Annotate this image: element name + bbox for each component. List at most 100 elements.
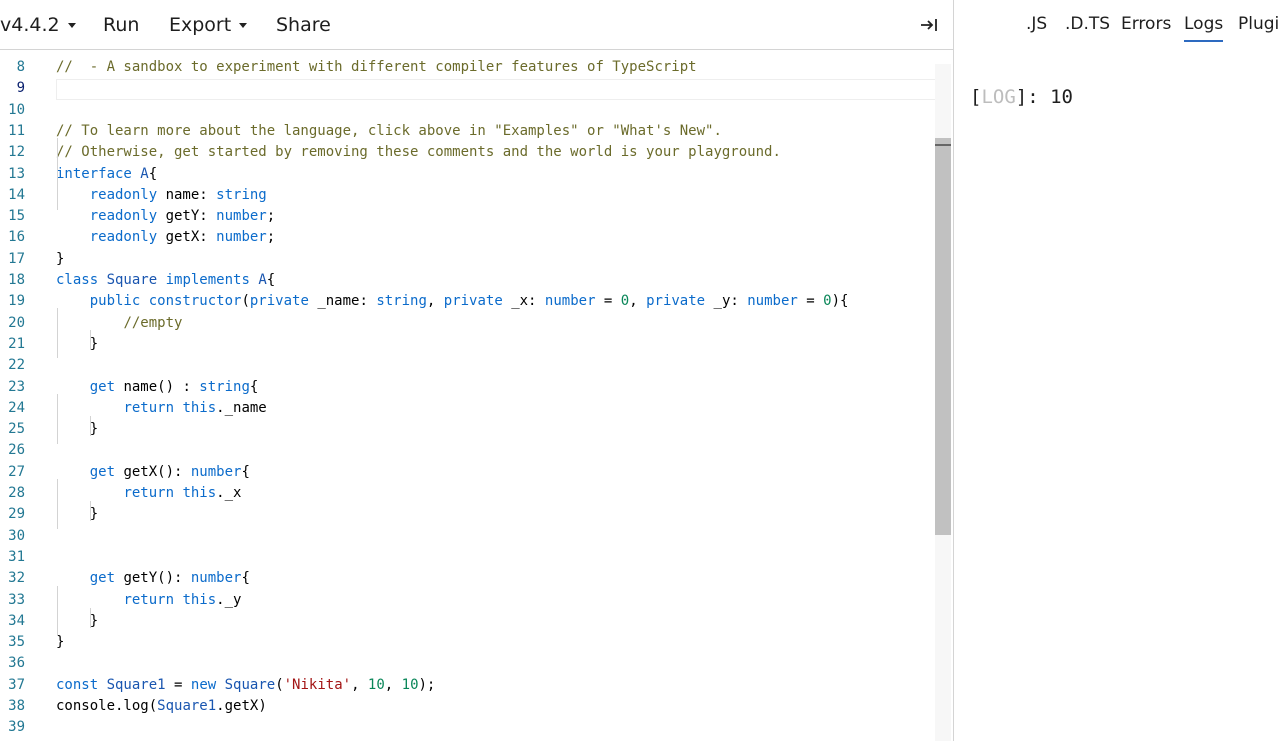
- code-token: get: [89, 378, 124, 395]
- code-token: class: [56, 272, 107, 288]
- code-line[interactable]: 10: [0, 100, 935, 121]
- run-button[interactable]: Run: [103, 0, 139, 49]
- code-line[interactable]: 21 }: [0, 334, 935, 355]
- line-number: 31: [8, 548, 25, 565]
- code-token: interface: [56, 165, 141, 182]
- code-token: // - A sandbox to experiment with differ…: [56, 59, 697, 75]
- code-line[interactable]: 17}: [0, 249, 935, 270]
- line-number: 30: [8, 527, 25, 544]
- line-number: 12: [8, 144, 25, 161]
- code-token: private: [443, 293, 512, 310]
- code-token: number: [190, 463, 242, 480]
- code-token: get: [89, 463, 124, 480]
- code-text: get getX(): number{: [56, 462, 250, 483]
- indent-guide: [57, 308, 58, 358]
- code-token: _y:: [713, 293, 748, 310]
- export-dropdown[interactable]: Export: [169, 0, 248, 49]
- code-line[interactable]: 32 get getY(): number{: [0, 568, 935, 589]
- code-token: .getX): [216, 698, 267, 714]
- code-token: 'Nikita': [283, 676, 352, 693]
- scrollbar-cursor-marker: [935, 144, 951, 146]
- tab-plugin[interactable]: Plugin: [1238, 14, 1280, 38]
- line-number: 23: [8, 378, 25, 395]
- code-line[interactable]: 35}: [0, 632, 935, 653]
- tab-dts[interactable]: .D.TS: [1065, 14, 1110, 38]
- code-text: class Square implements A{: [56, 270, 275, 291]
- code-token: Square: [106, 272, 166, 288]
- code-token: getY():: [123, 570, 191, 587]
- code-token: );: [418, 676, 436, 693]
- code-token: getY:: [165, 208, 217, 225]
- code-line[interactable]: 30: [0, 526, 935, 547]
- code-token: number: [216, 208, 267, 225]
- code-line[interactable]: 28 return this._x: [0, 483, 935, 504]
- code-token: number: [747, 293, 798, 310]
- code-line[interactable]: 18 class Square implements A{: [0, 270, 935, 291]
- code-line[interactable]: 16 readonly getX: number;: [0, 227, 935, 248]
- version-dropdown[interactable]: v4.4.2: [0, 0, 76, 49]
- code-token: console.log(: [56, 698, 158, 714]
- line-number: 14: [8, 186, 25, 203]
- code-token: Square1: [157, 698, 217, 714]
- code-line[interactable]: 26: [0, 440, 935, 461]
- code-token: _x:: [511, 293, 545, 310]
- code-line[interactable]: 34 }: [0, 611, 935, 632]
- run-label: Run: [103, 13, 140, 36]
- line-number: 36: [8, 655, 25, 672]
- code-token: =: [797, 293, 824, 310]
- code-line[interactable]: 33 return this._y: [0, 590, 935, 611]
- code-line[interactable]: 15 readonly getY: number;: [0, 206, 935, 227]
- code-line[interactable]: 11 // To learn more about the language, c…: [0, 121, 935, 142]
- code-token: private: [249, 293, 318, 310]
- code-token: // Otherwise, get started by removing th…: [56, 144, 781, 161]
- code-token: ._name: [216, 399, 267, 416]
- tab-js[interactable]: .JS: [1026, 14, 1047, 38]
- code-token: private: [646, 293, 714, 310]
- code-line[interactable]: 25 }: [0, 419, 935, 440]
- code-line[interactable]: 19 public constructor(private _name: str…: [0, 291, 935, 312]
- code-line[interactable]: 13 interface A{: [0, 164, 935, 185]
- code-token: ,: [426, 293, 444, 310]
- line-number: 11: [8, 122, 25, 139]
- code-line[interactable]: 38 console.log(Square1.getX): [0, 696, 935, 717]
- code-token: ._x: [216, 485, 242, 501]
- code-line[interactable]: 12 // Otherwise, get started by removing …: [0, 142, 935, 163]
- tab-logs[interactable]: Logs: [1184, 14, 1224, 42]
- code-token: {: [266, 272, 276, 288]
- code-token: }: [56, 506, 99, 523]
- code-line[interactable]: 29 }: [0, 504, 935, 525]
- code-token: {: [241, 570, 250, 587]
- code-line[interactable]: 14 readonly name: string: [0, 185, 935, 206]
- editor-scrollbar-thumb[interactable]: [935, 138, 951, 535]
- pane-divider[interactable]: [953, 0, 954, 741]
- code-token: }: [56, 612, 99, 629]
- editor-toolbar: v4.4.2 Run Export Share: [0, 0, 953, 50]
- code-line[interactable]: 20 //empty: [0, 313, 935, 334]
- code-token: }: [56, 335, 99, 352]
- code-line[interactable]: 37 const Square1 = new Square('Nikita', 1…: [0, 675, 935, 696]
- code-line[interactable]: 27 get getX(): number{: [0, 462, 935, 483]
- code-line[interactable]: 31: [0, 547, 935, 568]
- code-line[interactable]: 23 get name() : string{: [0, 377, 935, 398]
- indent-guide: [57, 586, 58, 636]
- tab-errors[interactable]: Errors: [1121, 14, 1171, 38]
- share-button[interactable]: Share: [276, 0, 331, 49]
- code-line[interactable]: 8 // - A sandbox to experiment with diffe…: [0, 57, 935, 78]
- collapse-sidebar-icon[interactable]: [918, 14, 940, 36]
- line-number: 22: [8, 357, 25, 374]
- code-text: get getY(): number{: [56, 568, 250, 589]
- code-token: }: [56, 250, 65, 267]
- code-text: readonly getX: number;: [56, 227, 275, 248]
- code-line[interactable]: 39: [0, 717, 935, 738]
- line-number: 24: [8, 399, 25, 416]
- code-editor[interactable]: 8 // - A sandbox to experiment with diffe…: [0, 50, 953, 741]
- code-line[interactable]: 24 return this._name: [0, 398, 935, 419]
- code-line[interactable]: 36: [0, 653, 935, 674]
- code-line[interactable]: 9: [0, 78, 935, 99]
- code-line[interactable]: 22: [0, 355, 935, 376]
